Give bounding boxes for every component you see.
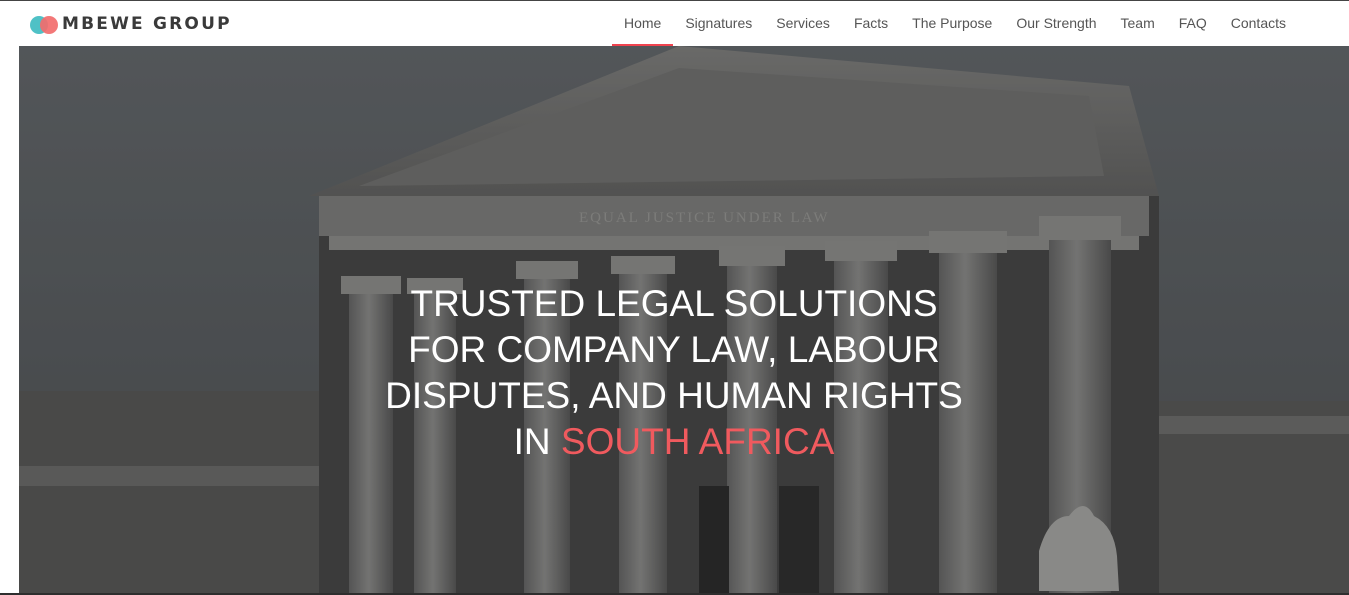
- brand-logo[interactable]: MBEWE GROUP: [30, 13, 232, 35]
- nav-item-services[interactable]: Services: [764, 1, 842, 46]
- nav-item-contacts[interactable]: Contacts: [1219, 1, 1298, 46]
- headline-line-1: TRUSTED LEGAL SOLUTIONS: [410, 283, 938, 324]
- left-page-margin: [0, 46, 19, 595]
- nav-item-the-purpose[interactable]: The Purpose: [900, 1, 1004, 46]
- logo-circles-icon: [30, 14, 60, 34]
- headline-line-2: FOR COMPANY LAW, LABOUR: [408, 329, 940, 370]
- main-nav: Home Signatures Services Facts The Purpo…: [611, 1, 1298, 46]
- headline-accent-south-africa: SOUTH AFRICA: [560, 421, 835, 462]
- nav-item-facts[interactable]: Facts: [842, 1, 900, 46]
- headline-line-4-prefix: IN: [513, 421, 551, 462]
- nav-item-faq[interactable]: FAQ: [1167, 1, 1219, 46]
- hero-section: EQUAL JUSTICE UNDER LAW TRUSTED LEGAL SO…: [19, 46, 1349, 593]
- hero-headline: TRUSTED LEGAL SOLUTIONS FOR COMPANY LAW,…: [359, 281, 989, 465]
- headline-line-3: DISPUTES, AND HUMAN RIGHTS: [385, 375, 963, 416]
- nav-item-signatures[interactable]: Signatures: [673, 1, 764, 46]
- nav-item-home[interactable]: Home: [611, 1, 674, 46]
- brand-name: MBEWE GROUP: [62, 14, 232, 34]
- site-header: MBEWE GROUP Home Signatures Services Fac…: [0, 0, 1349, 46]
- nav-item-team[interactable]: Team: [1109, 1, 1167, 46]
- nav-item-our-strength[interactable]: Our Strength: [1004, 1, 1108, 46]
